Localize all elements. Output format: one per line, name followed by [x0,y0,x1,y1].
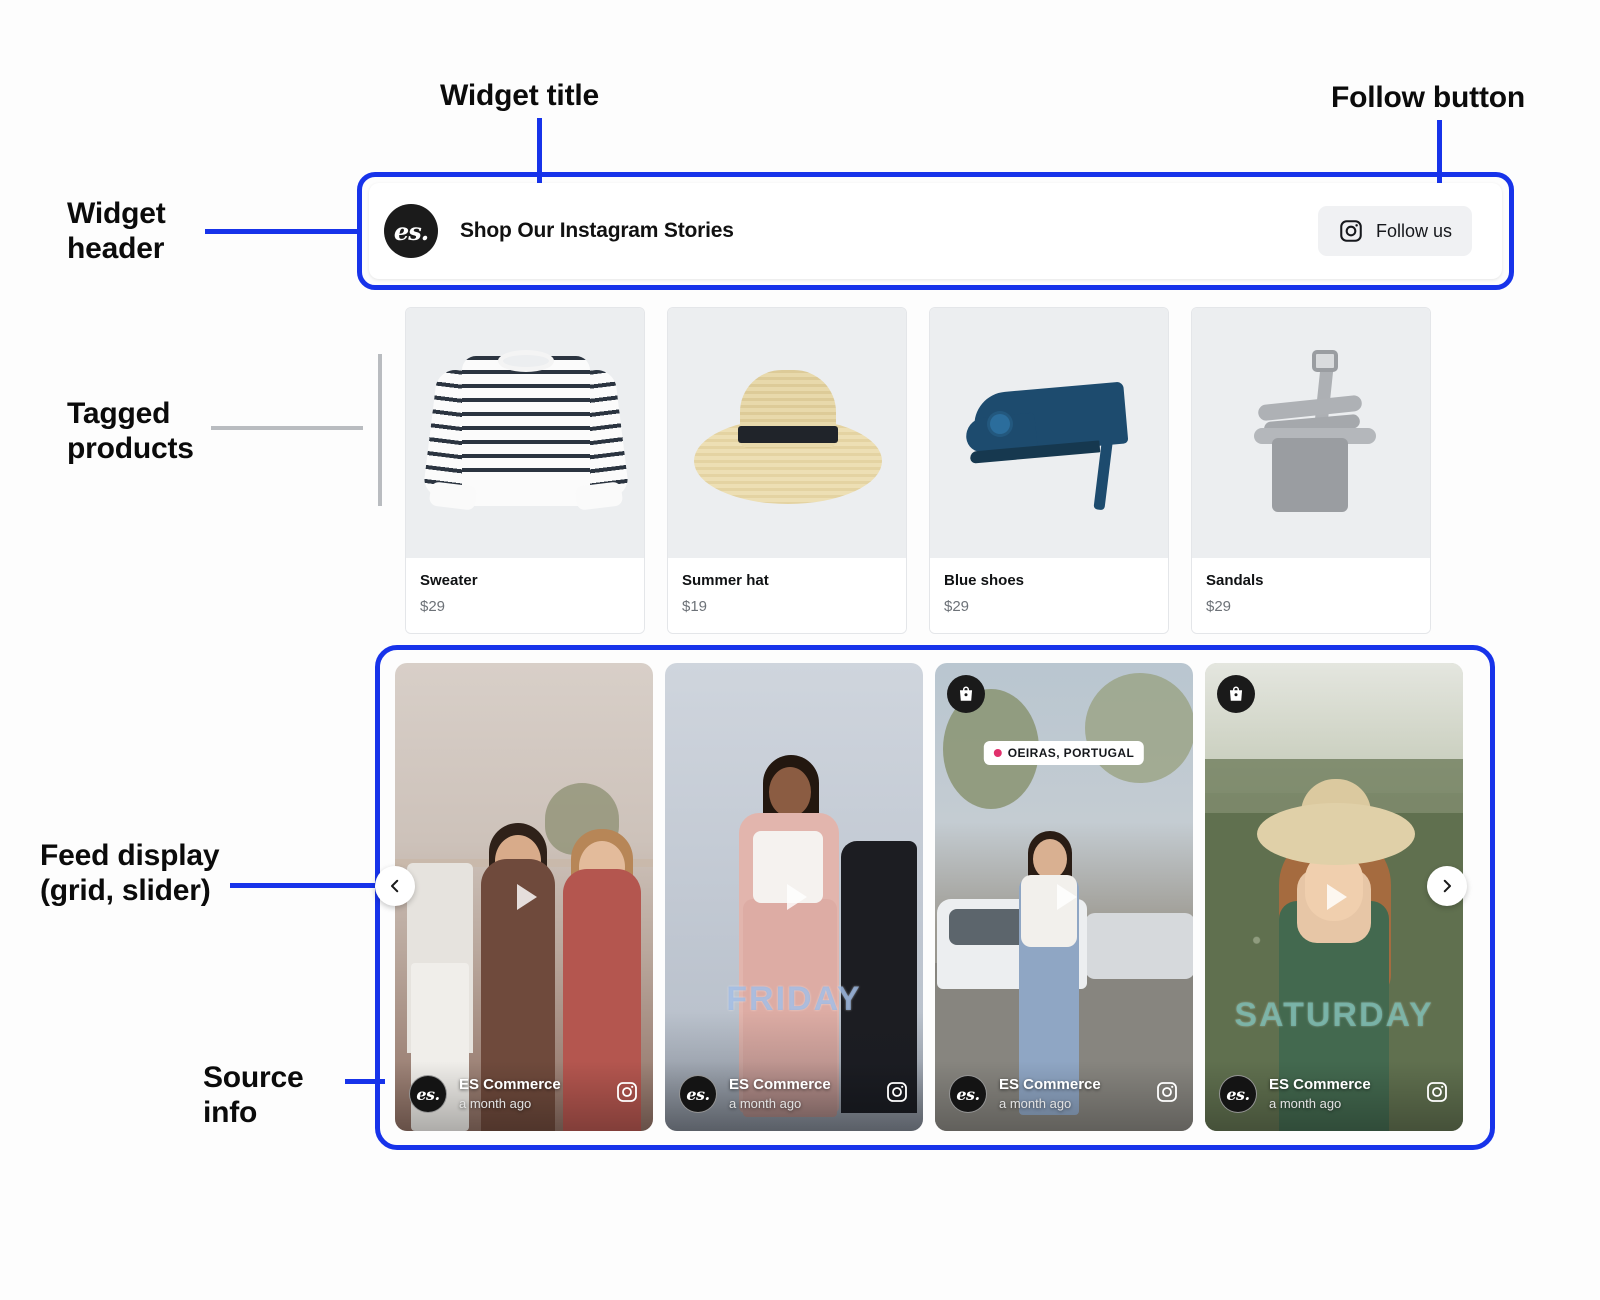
instagram-icon[interactable] [885,1080,909,1109]
product-card[interactable]: Blue shoes $29 [929,307,1169,634]
product-card[interactable]: Sweater $29 [405,307,645,634]
annotation-follow-button: Follow button [1331,81,1525,114]
play-icon[interactable] [1037,870,1091,924]
source-timestamp: a month ago [459,1096,532,1112]
product-card[interactable]: Sandals $29 [1191,307,1431,634]
play-icon[interactable] [497,870,551,924]
connector-tagged-products [211,426,363,430]
instagram-icon[interactable] [1425,1080,1449,1109]
instagram-icon [1338,218,1364,244]
feed-card[interactable]: es. ES Commerce a month ago [395,663,653,1131]
tagged-products-bracket [378,354,382,506]
product-name: Sandals [1206,572,1264,589]
striped-sweater-image [406,308,644,558]
widget-title: Shop Our Instagram Stories [460,219,734,242]
avatar: es. [949,1075,987,1113]
shopping-bag-icon[interactable] [947,675,985,713]
location-label: OEIRAS, PORTUGAL [1007,746,1135,760]
feed-slider: es. ES Commerce a month ago FRIDAY es. E… [395,663,1463,1131]
avatar: es. [409,1075,447,1113]
connector-feed-display [230,883,380,888]
follow-us-label: Follow us [1375,220,1452,241]
source-timestamp: a month ago [729,1096,802,1112]
location-dot-icon [993,749,1002,757]
product-price: $19 [682,598,708,615]
source-name: ES Commerce [999,1075,1101,1093]
source-timestamp: a month ago [999,1096,1072,1112]
es-brand-logo-icon: es. [384,204,438,258]
instagram-icon[interactable] [615,1080,639,1109]
product-name: Summer hat [682,572,769,589]
overlay-text: SATURDAY [1234,996,1434,1034]
product-card[interactable]: Summer hat $19 [667,307,907,634]
source-info: es. ES Commerce a month ago [935,1061,1193,1131]
source-name: ES Commerce [1269,1075,1371,1093]
slider-prev-button[interactable] [375,866,415,906]
feed-card[interactable]: FRIDAY es. ES Commerce a month ago [665,663,923,1131]
shopping-bag-icon[interactable] [1217,675,1255,713]
source-name: ES Commerce [729,1075,831,1093]
product-price: $29 [1206,598,1232,615]
straw-hat-image [668,308,906,558]
source-timestamp: a month ago [1269,1096,1342,1112]
chevron-left-icon [391,879,399,893]
source-name: ES Commerce [459,1075,561,1093]
instagram-icon[interactable] [1155,1080,1179,1109]
chevron-right-icon [1443,879,1451,893]
annotation-source-info: Source info [203,1061,304,1130]
play-icon[interactable] [767,870,821,924]
avatar: es. [679,1075,717,1113]
grey-sandal-image [1192,308,1430,558]
product-price: $29 [944,598,970,615]
source-info: es. ES Commerce a month ago [665,1061,923,1131]
product-name: Sweater [420,572,478,589]
annotation-feed-display: Feed display (grid, slider) [40,839,220,908]
widget-header: es. Shop Our Instagram Stories Follow us [369,183,1502,279]
product-price: $29 [420,598,446,615]
feed-card[interactable]: SATURDAY es. ES Commerce a month ago [1205,663,1463,1131]
slider-next-button[interactable] [1427,866,1467,906]
source-info: es. ES Commerce a month ago [395,1061,653,1131]
overlay-text: FRIDAY [726,980,862,1018]
annotation-widget-header: Widget header [67,197,166,266]
annotation-widget-title: Widget title [440,79,599,112]
connector-widget-header [205,229,360,234]
follow-us-button[interactable]: Follow us [1317,206,1472,256]
location-badge: OEIRAS, PORTUGAL [983,741,1145,765]
tagged-products-rail: Sweater $29 Summer hat $19 Blue shoes $2… [405,307,1431,634]
annotation-tagged-products: Tagged products [67,397,194,466]
play-icon[interactable] [1307,870,1361,924]
screenshot-stage: Widget title Follow button Widget header… [0,0,1600,1300]
source-info: es. ES Commerce a month ago [1205,1061,1463,1131]
feed-card[interactable]: OEIRAS, PORTUGAL es. ES Commerce a month… [935,663,1193,1131]
product-name: Blue shoes [944,572,1025,589]
blue-heel-shoe-image [930,308,1168,558]
avatar: es. [1219,1075,1257,1113]
